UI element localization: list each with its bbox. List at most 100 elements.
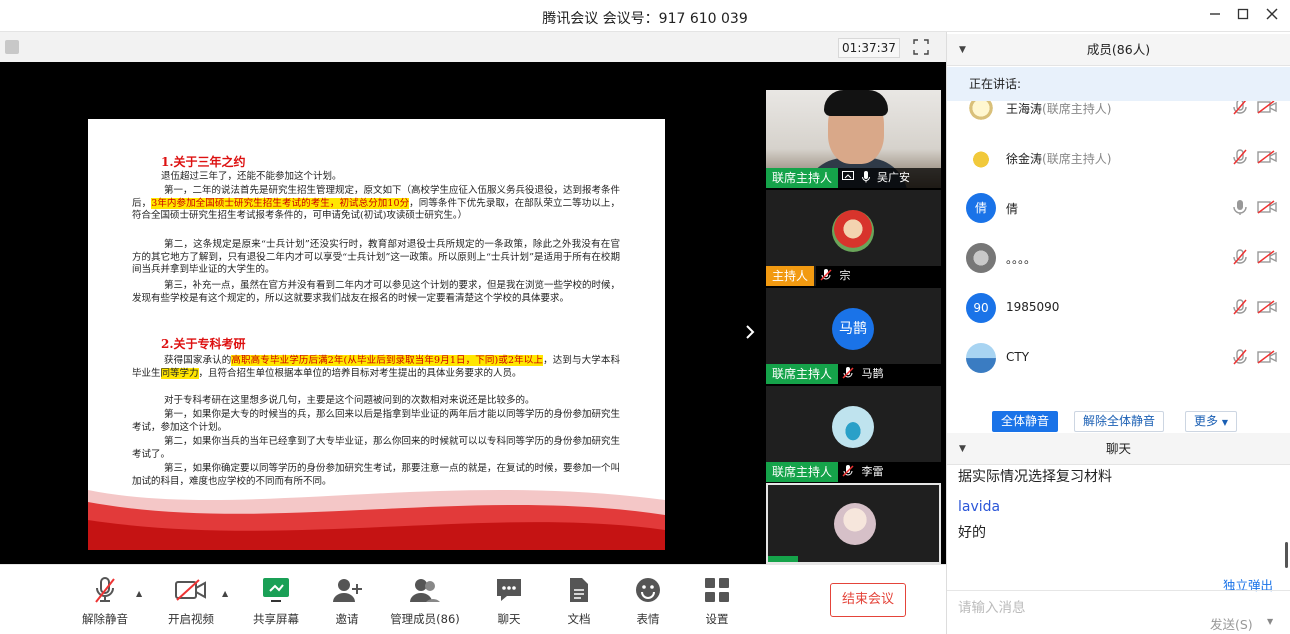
video-tile[interactable]: 联席主持人 吴广安 (766, 90, 941, 188)
meeting-toolbar: 解除静音 ▲ 开启视频 ▲ 共享屏幕 邀请 管理成员(86) 聊天 文档 表情 … (0, 564, 946, 634)
video-off-icon[interactable] (1257, 200, 1277, 214)
member-name: 王海涛(联席主持人) (1006, 101, 1111, 117)
member-name-text: 1985090 (1006, 300, 1060, 314)
shield-icon[interactable] (5, 40, 19, 54)
slide-paragraph: 第二，这条规定是原来“士兵计划”还没实行时，教育部对退役士兵所规定的一条政策，除… (132, 239, 620, 275)
documents-button[interactable]: 文档 (539, 575, 619, 627)
mic-muted-icon[interactable] (1233, 299, 1247, 315)
participant-name: 马鹊 (861, 367, 884, 380)
mute-all-button[interactable]: 全体静音 (992, 411, 1059, 432)
participant-name-tag: 马鹊 (838, 364, 941, 384)
member-name: 倩 (1006, 200, 1018, 217)
invite-button[interactable]: 邀请 (307, 575, 387, 627)
next-page-chevron-icon[interactable] (745, 324, 755, 345)
minimize-icon[interactable] (1205, 6, 1225, 26)
chat-button[interactable]: 聊天 (469, 575, 549, 627)
video-off-icon[interactable] (1257, 350, 1277, 364)
list-item[interactable]: 。。。。 (947, 233, 1290, 283)
reactions-button[interactable]: 表情 (608, 575, 688, 627)
video-off-icon[interactable] (1257, 300, 1277, 314)
reactions-label: 表情 (636, 612, 660, 626)
mic-icon[interactable] (1233, 199, 1247, 215)
chat-message: 好的 (958, 525, 986, 541)
member-name-text: 。。。。 (1006, 252, 1037, 266)
shared-document-slide: 1.关于三年之约 退伍超过三年了，还能不能参加这个计划。 第一，二年的说法首先是… (88, 119, 665, 550)
chat-input-placeholder[interactable]: 请输入消息 (958, 596, 1026, 616)
list-item[interactable]: 徐金涛(联席主持人) (947, 133, 1290, 183)
collapse-chevron-icon[interactable]: ▼ (959, 433, 966, 465)
meeting-timer: 01:37:37 (838, 38, 900, 58)
video-tile[interactable]: 联席主持人 李雷 (766, 386, 941, 482)
slide-red-wave-decoration (88, 490, 665, 550)
add-user-icon (307, 575, 387, 605)
settings-label: 设置 (705, 612, 729, 626)
maximize-icon[interactable] (1233, 6, 1253, 26)
members-header[interactable]: ▼ 成员(86人) (947, 34, 1290, 66)
mic-muted-icon[interactable] (1233, 149, 1247, 165)
stage-top-bar: 01:37:37 (0, 32, 946, 62)
documents-label: 文档 (567, 612, 591, 626)
fullscreen-icon[interactable] (913, 39, 929, 55)
collapse-chevron-icon[interactable]: ▼ (959, 34, 966, 66)
member-name: 1985090 (1006, 300, 1059, 314)
invite-label: 邀请 (335, 612, 359, 626)
slide-highlight: 3年内参加全国硕士研究生招生考试的考生，初试总分加10分 (151, 197, 410, 209)
participant-name: 李雷 (861, 465, 884, 478)
role-badge: 联席主持人 (766, 462, 839, 482)
caret-up-icon: ▲ (136, 589, 143, 598)
title-bar: 腾讯会议 会议号：917 610 039 (0, 0, 1290, 32)
avatar (834, 503, 876, 545)
video-tile[interactable] (766, 483, 941, 564)
member-name: 。。。。 (1006, 250, 1036, 267)
chat-label: 聊天 (497, 612, 521, 626)
list-item[interactable]: CTY (947, 333, 1290, 383)
apps-grid-icon (677, 575, 757, 605)
participant-name: 吴广安 (877, 171, 910, 184)
slide-paragraph: 第二，如果你当兵的当年已经拿到了大专毕业证，那么你回来的时候就可以以专科同等学历… (132, 436, 621, 460)
participant-name-tag: 宗 (816, 266, 941, 286)
screen-share-icon (842, 171, 854, 180)
start-video-button[interactable]: 开启视频 (151, 575, 231, 627)
caret-up-icon: ▲ (222, 589, 229, 598)
video-off-icon[interactable] (1257, 150, 1277, 164)
document-icon (539, 575, 619, 605)
slide-paragraph: 第一，二年的说法首先是研究生招生管理规定，原文如下（高校学生应征入伍服义务兵役退… (132, 185, 620, 223)
role-badge: 主持人 (766, 266, 815, 286)
video-off-icon[interactable] (1257, 250, 1277, 264)
share-screen-button[interactable]: 共享屏幕 (236, 575, 316, 627)
chat-input-area[interactable]: 请输入消息 发送(S) ▼ (947, 590, 1290, 634)
list-item[interactable]: 90 1985090 (947, 283, 1290, 333)
manage-members-label: 管理成员(86) (390, 612, 460, 626)
slide-text: ，且符合招生单位根据本单位的培养目标对考生提出的具体业务要求的人员。 (198, 367, 522, 379)
more-button[interactable]: 更多 ▼ (1185, 411, 1237, 432)
camera-person-hair (824, 90, 888, 116)
avatar: 90 (966, 293, 996, 323)
unmute-label: 解除静音 (82, 612, 128, 626)
end-meeting-button[interactable]: 结束会议 (830, 583, 906, 617)
send-options-caret-icon[interactable]: ▼ (1267, 617, 1273, 626)
mic-muted-icon[interactable] (1233, 101, 1247, 115)
settings-button[interactable]: 设置 (677, 575, 757, 627)
close-icon[interactable] (1262, 6, 1282, 26)
slide-text: 获得国家承认的 (164, 355, 232, 366)
manage-members-button[interactable]: 管理成员(86) (385, 575, 465, 627)
unmute-button[interactable]: 解除静音 (65, 575, 145, 627)
member-name-text: 王海涛 (1006, 102, 1043, 116)
slide-paragraph: 第一，如果你是大专的时候当的兵，那么回来以后是指拿到毕业证的两年后才能以同等学历… (132, 409, 621, 433)
chat-scrollbar[interactable] (1285, 542, 1288, 568)
slide-paragraph: 获得国家承认的高职高专毕业学历后满2年(从毕业后到录取当年9月1日，下同)或2年… (132, 355, 620, 380)
video-tile[interactable]: 主持人 宗 (766, 190, 941, 286)
window-title: 腾讯会议 会议号：917 610 039 (542, 11, 748, 27)
list-item[interactable]: 王海涛(联席主持人) (947, 101, 1290, 133)
chat-header[interactable]: ▼ 聊天 (947, 433, 1290, 465)
participant-name: 宗 (839, 269, 851, 282)
slide-paragraph: 退伍超过三年了，还能不能参加这个计划。 (161, 171, 342, 182)
avatar (966, 101, 996, 123)
list-item[interactable]: 倩 倩 (947, 183, 1290, 233)
unmute-all-button[interactable]: 解除全体静音 (1074, 411, 1165, 432)
video-tile[interactable]: 马鹊 联席主持人 马鹊 (766, 288, 941, 384)
send-button[interactable]: 发送(S) (1210, 614, 1253, 633)
video-off-icon[interactable] (1257, 101, 1277, 114)
mic-muted-icon[interactable] (1233, 349, 1247, 365)
mic-muted-icon[interactable] (1233, 249, 1247, 265)
